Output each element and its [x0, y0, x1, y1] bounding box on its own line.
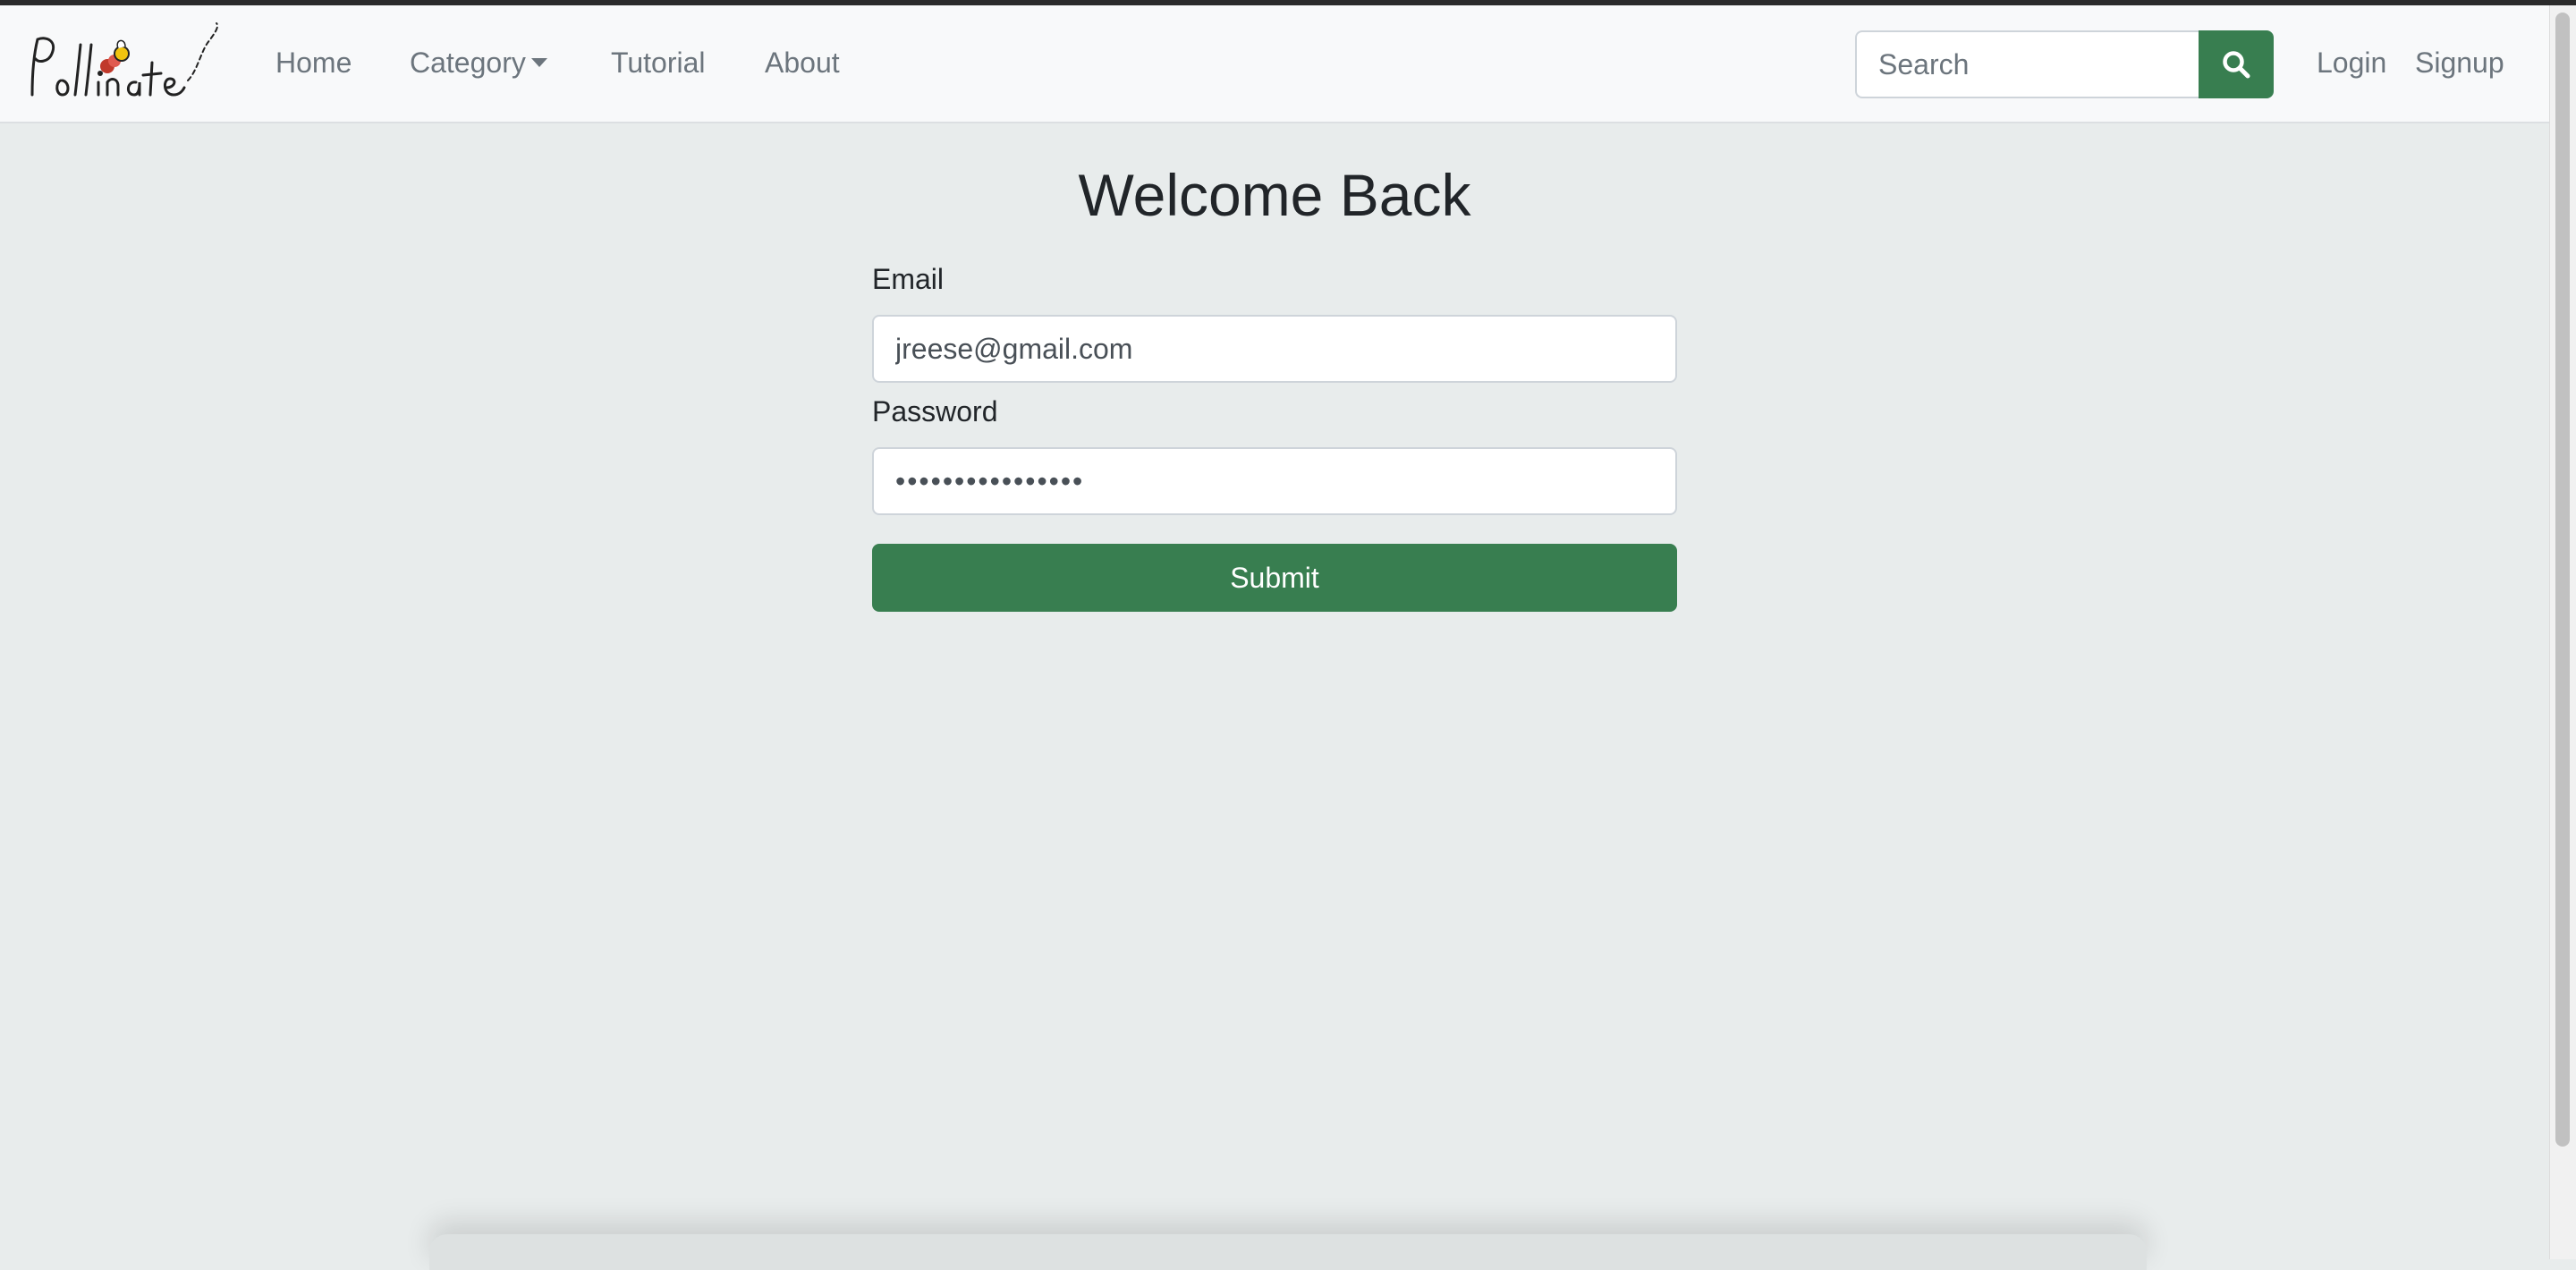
- scrollbar-thumb[interactable]: [2555, 13, 2570, 1147]
- email-label: Email: [872, 263, 945, 295]
- navbar: Home Category Tutorial About Login Signu…: [0, 5, 2549, 123]
- nav-category-label: Category: [410, 47, 526, 79]
- page-title: Welcome Back: [1078, 162, 1471, 228]
- footer-edge: [429, 1234, 2147, 1270]
- search-icon: [2223, 51, 2250, 79]
- submit-button[interactable]: Submit: [872, 544, 1677, 612]
- brand-logo[interactable]: [25, 18, 222, 104]
- nav-login-link[interactable]: Login: [2317, 45, 2386, 80]
- password-field[interactable]: [872, 447, 1677, 515]
- nav-about-link[interactable]: About: [765, 45, 840, 80]
- search-input[interactable]: [1855, 30, 2200, 98]
- nav-home-link[interactable]: Home: [275, 45, 352, 80]
- caret-down-icon: [530, 58, 547, 67]
- nav-tutorial-link[interactable]: Tutorial: [611, 45, 706, 80]
- password-label: Password: [872, 395, 998, 428]
- email-field[interactable]: [872, 315, 1677, 383]
- nav-category-dropdown[interactable]: Category: [410, 45, 547, 80]
- pollinate-logo-icon: [30, 22, 218, 97]
- search-button[interactable]: [2199, 30, 2274, 98]
- nav-signup-link[interactable]: Signup: [2415, 45, 2504, 80]
